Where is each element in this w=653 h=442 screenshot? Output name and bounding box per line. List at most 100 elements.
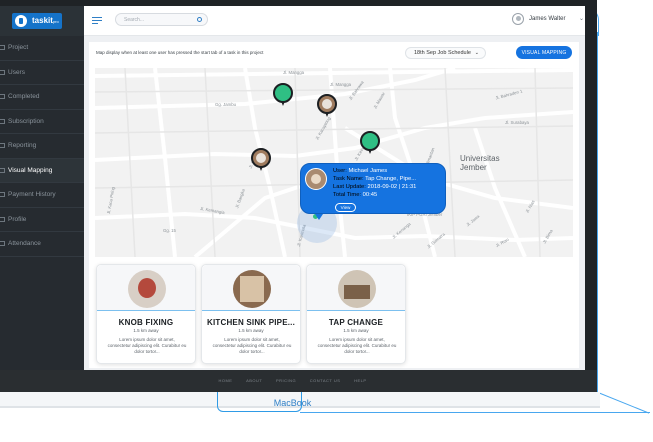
popup-user-label: User: — [333, 168, 347, 174]
decor-outline — [597, 392, 650, 414]
sidebar-item-users[interactable]: Users — [0, 61, 84, 85]
map-pin[interactable] — [317, 94, 337, 118]
sidebar-item-subscription[interactable]: Subscription — [0, 110, 84, 134]
sidebar-item-label: Visual Mapping — [8, 166, 53, 174]
map-pin-tip — [259, 166, 263, 171]
university-label: Universitas Jember — [460, 154, 500, 172]
main-content: Map display when at least one user has p… — [89, 42, 579, 368]
footer-link-contact[interactable]: CONTACT US — [310, 378, 341, 383]
card-description: Lorem ipsum dolor sit amet, consectetur … — [212, 337, 292, 354]
logo-text: taskit — [32, 16, 53, 25]
payment-icon — [0, 192, 5, 197]
map-pin-photo — [251, 148, 271, 168]
sidebar-item-project[interactable]: Project — [0, 36, 84, 61]
device-brand-label: MacBook — [273, 398, 312, 408]
card-distance: 1.5 km away — [133, 328, 159, 333]
map-icon — [0, 167, 5, 173]
footer-link-home[interactable]: HOME — [218, 378, 232, 383]
device-stage: taskitpro Project Users Completed Subscr… — [0, 0, 653, 442]
sidebar-item-payment-history[interactable]: Payment History — [0, 183, 84, 208]
map-pin[interactable] — [360, 131, 380, 155]
popup-time-label: Total Time: — [333, 192, 362, 198]
sidebar-item-reporting[interactable]: Reporting — [0, 134, 84, 159]
popup-avatar — [305, 168, 327, 190]
chevron-down-icon: ⌄ — [474, 50, 479, 56]
sidebar-item-label: Attendance — [8, 240, 41, 247]
map-view[interactable]: Jl. Mangga Jl. Bahrawa Jl. Mawar Jl. Bah… — [95, 68, 573, 257]
schedule-selected-value: 18th Sep Job Schedule — [414, 50, 471, 56]
users-icon — [0, 69, 5, 75]
avatar — [512, 13, 524, 25]
footer-link-help[interactable]: HELP — [354, 378, 366, 383]
sidebar-item-label: Profile — [8, 215, 27, 223]
sidebar-item-label: Project — [8, 44, 29, 51]
card-title: KITCHEN SINK PIPE... — [206, 318, 295, 327]
app-logo[interactable]: taskitpro — [12, 13, 62, 29]
sidebar-item-label: Completed — [8, 93, 40, 100]
sidebar-item-profile[interactable]: Profile — [0, 208, 84, 232]
map-pin-photo — [317, 94, 337, 114]
card-image-area — [202, 265, 300, 311]
footer-link-about[interactable]: ABOUT — [246, 378, 262, 383]
sidebar-item-attendance[interactable]: Attendance — [0, 232, 84, 257]
sidebar-item-label: Payment History — [8, 191, 56, 198]
decor-outline — [300, 412, 650, 413]
popup-time-value: 00:45 — [362, 192, 378, 198]
hamburger-menu-icon[interactable] — [92, 17, 102, 25]
map-notice: Map display when at least one user has p… — [96, 50, 264, 55]
top-bar: Search... James Walter ⌄ — [84, 6, 585, 36]
folder-icon — [0, 45, 5, 50]
report-icon — [0, 143, 5, 148]
map-pin-tip — [368, 149, 372, 154]
popup-update-label: Last Update: — [333, 184, 366, 190]
task-card[interactable]: KITCHEN SINK PIPE... 1.5 km away Lorem i… — [201, 264, 301, 364]
chevron-down-icon: ⌄ — [579, 16, 585, 22]
decor-outline — [597, 32, 598, 392]
map-pin-marker — [360, 131, 380, 151]
laptop-screen: taskitpro Project Users Completed Subscr… — [0, 6, 585, 370]
sidebar-item-label: Subscription — [8, 117, 44, 125]
map-pin[interactable] — [273, 83, 293, 107]
footer-links: HOME ABOUT PRICING CONTACT US HELP — [0, 378, 585, 383]
street-label: Gg. Jambu — [215, 102, 237, 107]
visual-mapping-button[interactable]: VISUAL MAPPING — [516, 46, 572, 59]
card-title: TAP CHANGE — [328, 318, 384, 327]
search-icon[interactable] — [197, 17, 202, 22]
sidebar-item-label: Users — [8, 68, 25, 76]
task-photo — [233, 270, 271, 308]
subscription-icon — [0, 118, 5, 124]
street-label: Jl. Mangga — [283, 70, 305, 75]
map-pin[interactable] — [251, 148, 271, 172]
street-label: Jl. Mangga — [330, 82, 352, 87]
profile-icon — [0, 216, 5, 222]
popup-user-value: Michael James — [348, 168, 388, 174]
popup-task-value: Tap Change, Pipe... — [365, 176, 417, 182]
logo-icon — [15, 15, 27, 27]
sidebar-item-completed[interactable]: Completed — [0, 85, 84, 110]
map-pin-marker — [273, 83, 293, 103]
popup-view-button[interactable]: View — [335, 203, 356, 212]
task-popup: User: Michael James Task Name: Tap Chang… — [300, 163, 446, 220]
popup-tail — [315, 214, 323, 220]
task-cards: KNOB FIXING 1.5 km away Lorem ipsum dolo… — [96, 264, 416, 364]
popup-update-value: 2018-09-02 | 21:31 — [367, 184, 417, 190]
task-card[interactable]: KNOB FIXING 1.5 km away Lorem ipsum dolo… — [96, 264, 196, 364]
search-input[interactable]: Search... — [115, 13, 208, 26]
sidebar: taskitpro Project Users Completed Subscr… — [0, 6, 84, 370]
sidebar-item-label: Reporting — [8, 142, 37, 149]
user-name: James Walter — [529, 16, 566, 22]
sidebar-item-visual-mapping[interactable]: Visual Mapping — [0, 158, 84, 183]
footer-link-pricing[interactable]: PRICING — [276, 378, 296, 383]
card-distance: 1.5 km away — [343, 328, 369, 333]
task-photo — [128, 270, 166, 308]
card-title: KNOB FIXING — [118, 318, 174, 327]
schedule-select[interactable]: 18th Sep Job Schedule ⌄ — [405, 47, 486, 59]
sidebar-nav: Project Users Completed Subscription Rep… — [0, 36, 84, 257]
task-photo — [338, 270, 376, 308]
card-description: Lorem ipsum dolor sit amet, consectetur … — [107, 337, 187, 354]
task-card[interactable]: TAP CHANGE 1.5 km away Lorem ipsum dolor… — [306, 264, 406, 364]
street-label: Jl. Surabaya — [505, 120, 529, 125]
laptop-bezel — [585, 0, 597, 392]
card-distance: 1.5 km away — [238, 328, 264, 333]
map-pin-tip — [325, 112, 329, 117]
